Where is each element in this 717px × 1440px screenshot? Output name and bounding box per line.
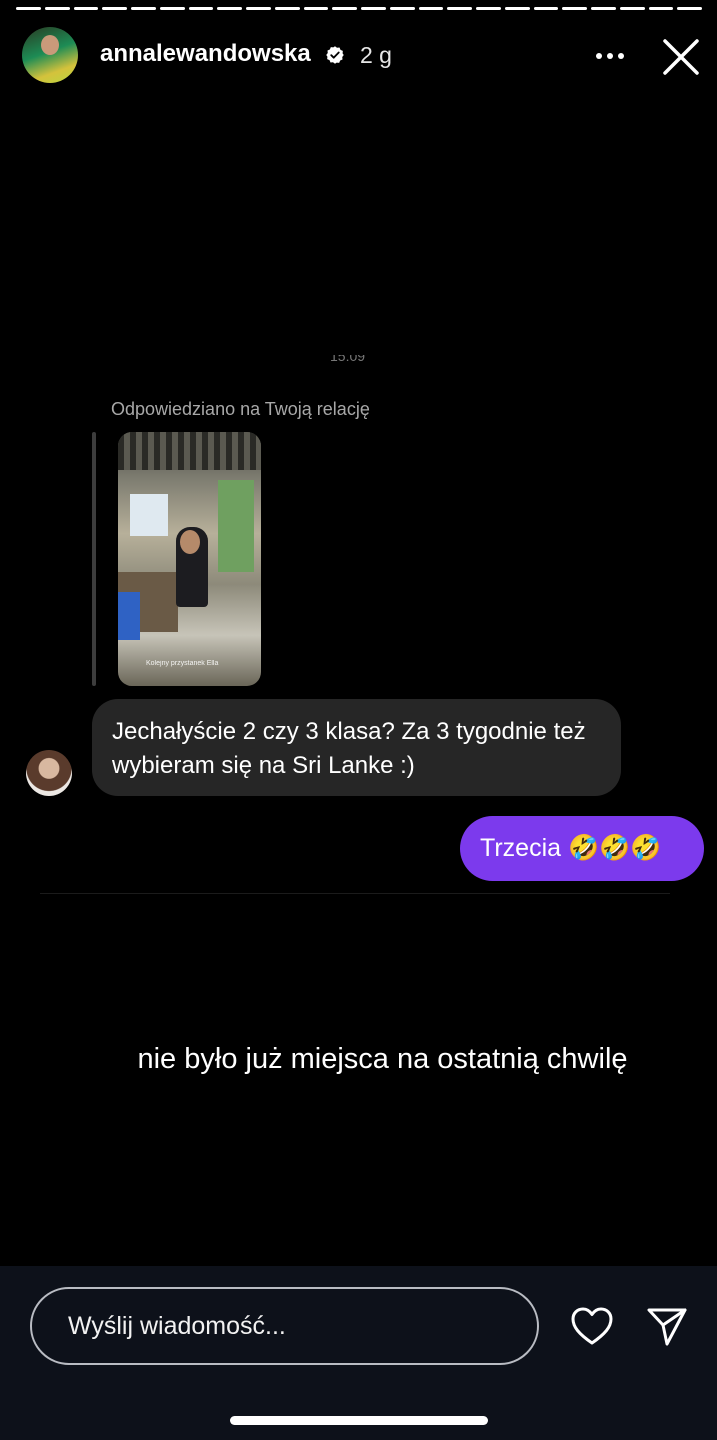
progress-segment [361,7,386,10]
progress-segment [418,7,444,10]
reply-quote-bar [92,432,96,686]
heart-icon[interactable] [569,1305,615,1347]
story-author-username[interactable]: annalewandowska [100,40,311,68]
home-indicator [230,1416,488,1425]
progress-segment [159,7,185,10]
progress-segment [16,7,41,10]
message-timestamp: 15:09 [330,355,366,363]
replied-to-story-label: Odpowiedziano na Twoją relację [111,399,370,419]
progress-segment [332,7,357,10]
progress-segment [44,7,70,10]
progress-segment [504,7,530,10]
progress-segment [102,7,127,10]
progress-segment [677,7,702,10]
progress-segment [303,7,329,10]
progress-segment [188,7,214,10]
progress-segment [274,7,300,10]
more-horizontal-icon[interactable] [594,44,626,68]
progress-segment [246,7,271,10]
verified-badge-icon [326,46,344,64]
story-time-ago: 2 g [360,42,392,68]
progress-segment [533,7,559,10]
send-icon[interactable] [645,1304,689,1348]
incoming-message-bubble: Jechałyście 2 czy 3 klasa? Za 3 tygodnie… [92,699,621,796]
progress-segment [591,7,616,10]
story-progress-bar [16,7,702,10]
progress-segment [73,7,99,10]
progress-segment [648,7,674,10]
thumbnail-caption: Kolejny przystanek Ella [146,660,219,667]
replied-story-thumbnail[interactable]: Kolejny przystanek Ella [118,432,261,686]
progress-segment [131,7,156,10]
progress-segment [447,7,472,10]
screenshot-divider [40,893,670,894]
progress-segment [562,7,587,10]
progress-segment [476,7,501,10]
story-author-avatar[interactable] [22,27,78,83]
message-input[interactable] [30,1287,539,1365]
progress-segment [389,7,415,10]
sender-avatar[interactable] [26,750,72,796]
progress-segment [217,7,242,10]
progress-segment [619,7,645,10]
close-icon[interactable] [660,36,702,78]
outgoing-message-bubble: Trzecia 🤣🤣🤣 [460,816,704,881]
story-caption: nie było już miejsca na ostatnią chwilę [137,1043,628,1075]
